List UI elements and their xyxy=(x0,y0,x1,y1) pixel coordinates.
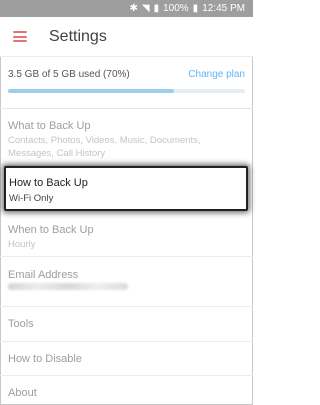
wifi-icon: ◥ xyxy=(141,3,150,14)
setting-email-address[interactable]: Email Address xyxy=(0,257,253,307)
setting-how-to-back-up[interactable]: How to Back Up Wi-Fi Only xyxy=(4,166,248,211)
setting-detail: Hourly xyxy=(8,239,36,250)
setting-detail: Wi-Fi Only xyxy=(9,193,54,204)
setting-when-to-back-up[interactable]: When to Back Up Hourly xyxy=(0,213,253,257)
battery-icon: ▮ xyxy=(192,3,199,14)
setting-label: When to Back Up xyxy=(8,224,94,236)
hamburger-menu-icon[interactable] xyxy=(13,31,27,42)
bluetooth-icon: ✱ xyxy=(129,3,138,14)
setting-label: What to Back Up xyxy=(8,120,91,132)
setting-label: Tools xyxy=(8,318,34,330)
setting-detail: Contacts, Photos, Videos, Music, Documen… xyxy=(8,135,201,159)
redacted-email-value xyxy=(8,283,128,290)
storage-progress-fill xyxy=(8,89,174,93)
storage-progress-bar xyxy=(8,89,245,93)
app-bar: Settings xyxy=(0,17,253,57)
battery-percent: 100% xyxy=(163,3,189,14)
setting-label: How to Disable xyxy=(8,353,82,365)
clock: 12:45 PM xyxy=(202,3,245,14)
setting-what-to-back-up[interactable]: What to Back Up Contacts, Photos, Videos… xyxy=(0,109,253,166)
setting-label: About xyxy=(8,387,37,399)
setting-label: Email Address xyxy=(8,269,79,281)
storage-usage-section: 3.5 GB of 5 GB used (70%) Change plan xyxy=(0,57,253,109)
setting-about[interactable]: About xyxy=(0,376,253,405)
signal-icon: ▮ xyxy=(153,3,160,14)
status-bar: ✱ ◥ ▮ 100% ▮ 12:45 PM xyxy=(0,0,253,17)
page-title: Settings xyxy=(49,27,107,45)
setting-tools[interactable]: Tools xyxy=(0,307,253,342)
setting-how-to-disable[interactable]: How to Disable xyxy=(0,342,253,376)
setting-label: How to Back Up xyxy=(9,177,88,189)
storage-used-text: 3.5 GB of 5 GB used (70%) xyxy=(8,69,130,80)
change-plan-link[interactable]: Change plan xyxy=(188,69,245,80)
